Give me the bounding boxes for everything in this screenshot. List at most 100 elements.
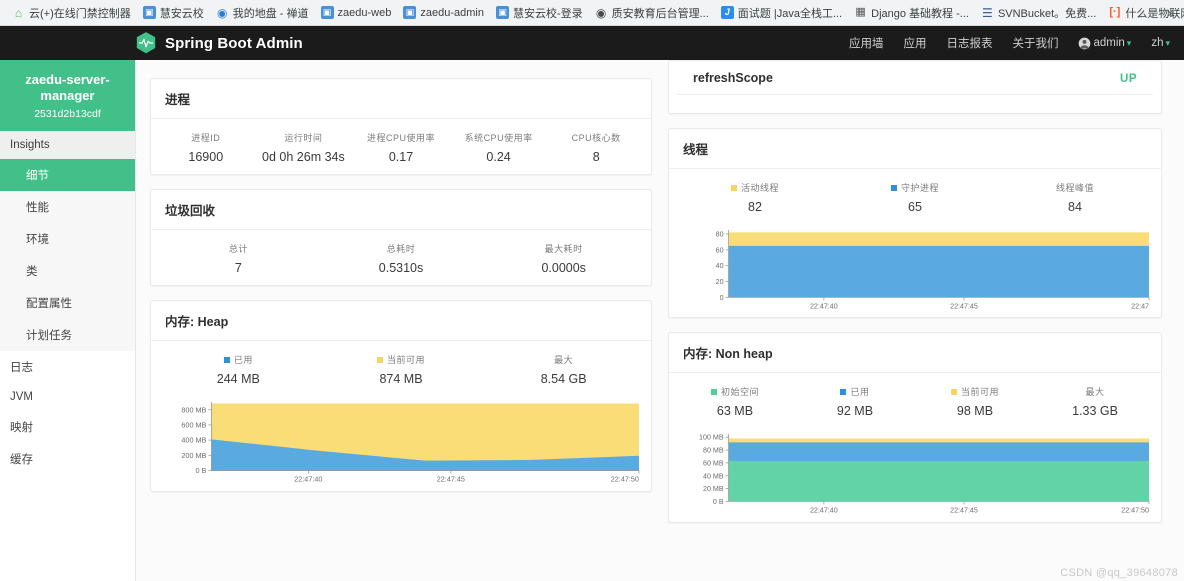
y-axis-tick-label: 20 MB — [703, 485, 724, 493]
x-axis-tick-label: 22:47:40 — [810, 302, 838, 310]
sidebar-item-4[interactable]: 配置属性 — [0, 287, 135, 319]
metric-label-text: 系统CPU使用率 — [464, 133, 533, 143]
sidebar-item-3[interactable]: 类 — [0, 255, 135, 287]
metric-label: 已用 — [795, 385, 915, 398]
bookmark-item[interactable]: ▦ Django 基础教程 -... — [848, 3, 975, 23]
sidebar-insights-group: 细节 性能 环境类配置属性 计划任务 — [0, 158, 135, 351]
metric: 总计 7 — [157, 242, 320, 275]
metric-value: 16900 — [188, 150, 224, 164]
home-icon: ⌂ — [14, 5, 23, 20]
metric-label-text: 运行时间 — [284, 133, 323, 143]
bookmark-item[interactable]: ◉ 我的地盘 - 禅道 — [210, 3, 315, 23]
sidebar-instance-id: 2531d2b13cdf — [34, 107, 101, 120]
metric-value: 65 — [908, 200, 922, 214]
metric-value: 0.5310s — [378, 261, 424, 275]
legend-swatch-icon — [890, 184, 897, 191]
metric-label-text: 已用 — [233, 355, 253, 365]
bookmark-label: 慧安云校-登录 — [512, 7, 583, 20]
iot-icon: [·] — [1109, 6, 1121, 18]
process-metrics: 进程ID 16900 运行时间 0d 0h 26m 34s 进程CPU使用率 0.17 系统… — [151, 119, 651, 174]
heap-memory-chart: 0 B 200 MB 400 MB 600 MB 800 MB 22:47:40 22:47… — [151, 396, 651, 491]
metric: 线程峰值 84 — [995, 181, 1155, 214]
metric-label-text: 总耗时 — [386, 244, 416, 254]
bookmark-item[interactable]: ▣ zaedu-web — [315, 4, 398, 21]
sidebar-flat-item-3[interactable]: 缓存 — [0, 442, 135, 475]
metric-value: 0.17 — [388, 150, 414, 164]
brand[interactable]: Spring Boot Admin — [136, 32, 303, 54]
bookmark-item[interactable]: ☰ SVNBucket。免费... — [975, 3, 1102, 23]
sidebar-item-1[interactable]: 性能 — [0, 191, 135, 223]
y-axis-tick-label: 60 MB — [703, 460, 724, 468]
x-axis-tick-label: 22:47:45 — [950, 507, 978, 515]
metric-value: 7 — [234, 261, 242, 275]
metric-label: 进程CPU使用率 — [352, 131, 450, 144]
y-axis-tick-label: 800 MB — [181, 405, 206, 414]
y-axis-tick-label: 40 — [716, 262, 724, 270]
bookmark-item[interactable]: ▣ zaedu-admin — [397, 4, 490, 21]
user-menu[interactable]: admin ▾ — [1078, 37, 1131, 50]
sidebar-item-0[interactable]: 细节 — [0, 158, 135, 191]
nonheap-memory-metrics: 初始空间 63 MB 已用 92 MB 当前可用 98 MB 最大 1.33 GB — [669, 373, 1161, 428]
bookmark-item[interactable]: J 面试题 |Java全栈工... — [715, 3, 848, 23]
bookmark-label: 面试题 |Java全栈工... — [737, 7, 843, 20]
metric-label: 当前可用 — [320, 353, 483, 366]
bookmark-item[interactable]: ⌂ 云(+)在线门禁控制器 — [6, 3, 137, 23]
y-axis-tick-label: 60 — [716, 246, 724, 254]
metric-value: 63 MB — [716, 404, 754, 419]
sidebar-instance-header: zaedu-server-manager 2531d2b13cdf — [0, 60, 135, 131]
bookmark-item[interactable]: ▣ 慧安云校-登录 — [490, 3, 589, 23]
language-menu[interactable]: zh ▾ — [1151, 37, 1170, 49]
metric: 最大耗时 0.0000s — [482, 242, 645, 275]
process-card: 进程 进程ID 16900 运行时间 0d 0h 26m 34s 进程CPU使用率 0.1… — [150, 78, 652, 175]
nav-item-about-us[interactable]: 关于我们 — [1012, 35, 1058, 51]
page-body: zaedu-server-manager 2531d2b13cdf Insigh… — [0, 60, 1184, 581]
django-icon: ▦ — [855, 6, 866, 18]
metric-label-text: 已用 — [850, 387, 870, 398]
globe-icon: ◉ — [595, 5, 607, 20]
sidebar-item-5[interactable]: 计划任务 — [0, 319, 135, 351]
bookmark-item[interactable]: ▣ 慧安云校 — [137, 3, 210, 23]
legend-swatch-icon — [710, 388, 717, 395]
bookmark-label: 质安教育后台管理... — [611, 7, 709, 20]
metric-value: 8.54 GB — [540, 372, 587, 386]
metric-label-text: 进程CPU使用率 — [366, 133, 435, 143]
metric-label: 总耗时 — [320, 242, 483, 255]
metric-value: 0.24 — [486, 150, 511, 164]
bookmarks-overflow-button[interactable]: » — [1162, 3, 1180, 21]
sidebar-filler — [0, 474, 135, 581]
sidebar-flat-item-0[interactable]: 日志 — [0, 350, 135, 383]
nav-item-log-report[interactable]: 日志报表 — [946, 35, 992, 51]
legend-swatch-icon — [377, 356, 383, 363]
metric: 已用 244 MB — [157, 353, 320, 386]
status-badge: UP — [1120, 73, 1137, 85]
y-axis-tick-label: 0 B — [196, 466, 207, 475]
metric-label: 初始空间 — [675, 385, 795, 398]
sidebar-flat-item-1[interactable]: JVM — [0, 382, 135, 411]
metric-value: 92 MB — [836, 404, 874, 419]
nav-item-app-wall[interactable]: 应用墙 — [849, 35, 884, 51]
metric: 已用 92 MB — [795, 385, 915, 418]
y-axis-tick-label: 20 — [716, 278, 724, 286]
bookmark-label: Django 基础教程 -... — [871, 7, 969, 20]
bookmark-item[interactable]: ◉ 质安教育后台管理... — [589, 3, 715, 23]
nonheap-memory-card-title: 内存: Non heap — [669, 333, 1161, 374]
sidebar-flat-group: 日志 JVM 映射 缓存 — [0, 350, 135, 475]
metric-label-text: 总计 — [228, 244, 248, 254]
metric-value: 874 MB — [379, 372, 423, 386]
metric: 活动线程 82 — [675, 181, 835, 214]
bookmark-label: SVNBucket。免费... — [997, 7, 1097, 20]
metric-label-text: CPU核心数 — [571, 133, 621, 143]
y-axis-tick-label: 100 MB — [699, 434, 724, 442]
health-detail-row[interactable]: refreshScope UP — [677, 61, 1153, 95]
left-column-spacer — [150, 60, 652, 78]
metric-value: 8 — [592, 150, 600, 164]
y-axis-tick-label: 400 MB — [181, 436, 206, 445]
metric-label-text: 线程峰值 — [1055, 183, 1094, 193]
metric-label: 守护进程 — [835, 181, 995, 194]
user-menu-label: admin — [1093, 37, 1125, 49]
nav-item-applications[interactable]: 应用 — [903, 35, 926, 51]
sidebar-item-2[interactable]: 环境 — [0, 223, 135, 255]
y-axis-tick-label: 200 MB — [181, 451, 206, 460]
legend-swatch-icon — [223, 356, 230, 363]
sidebar-flat-item-2[interactable]: 映射 — [0, 410, 135, 443]
